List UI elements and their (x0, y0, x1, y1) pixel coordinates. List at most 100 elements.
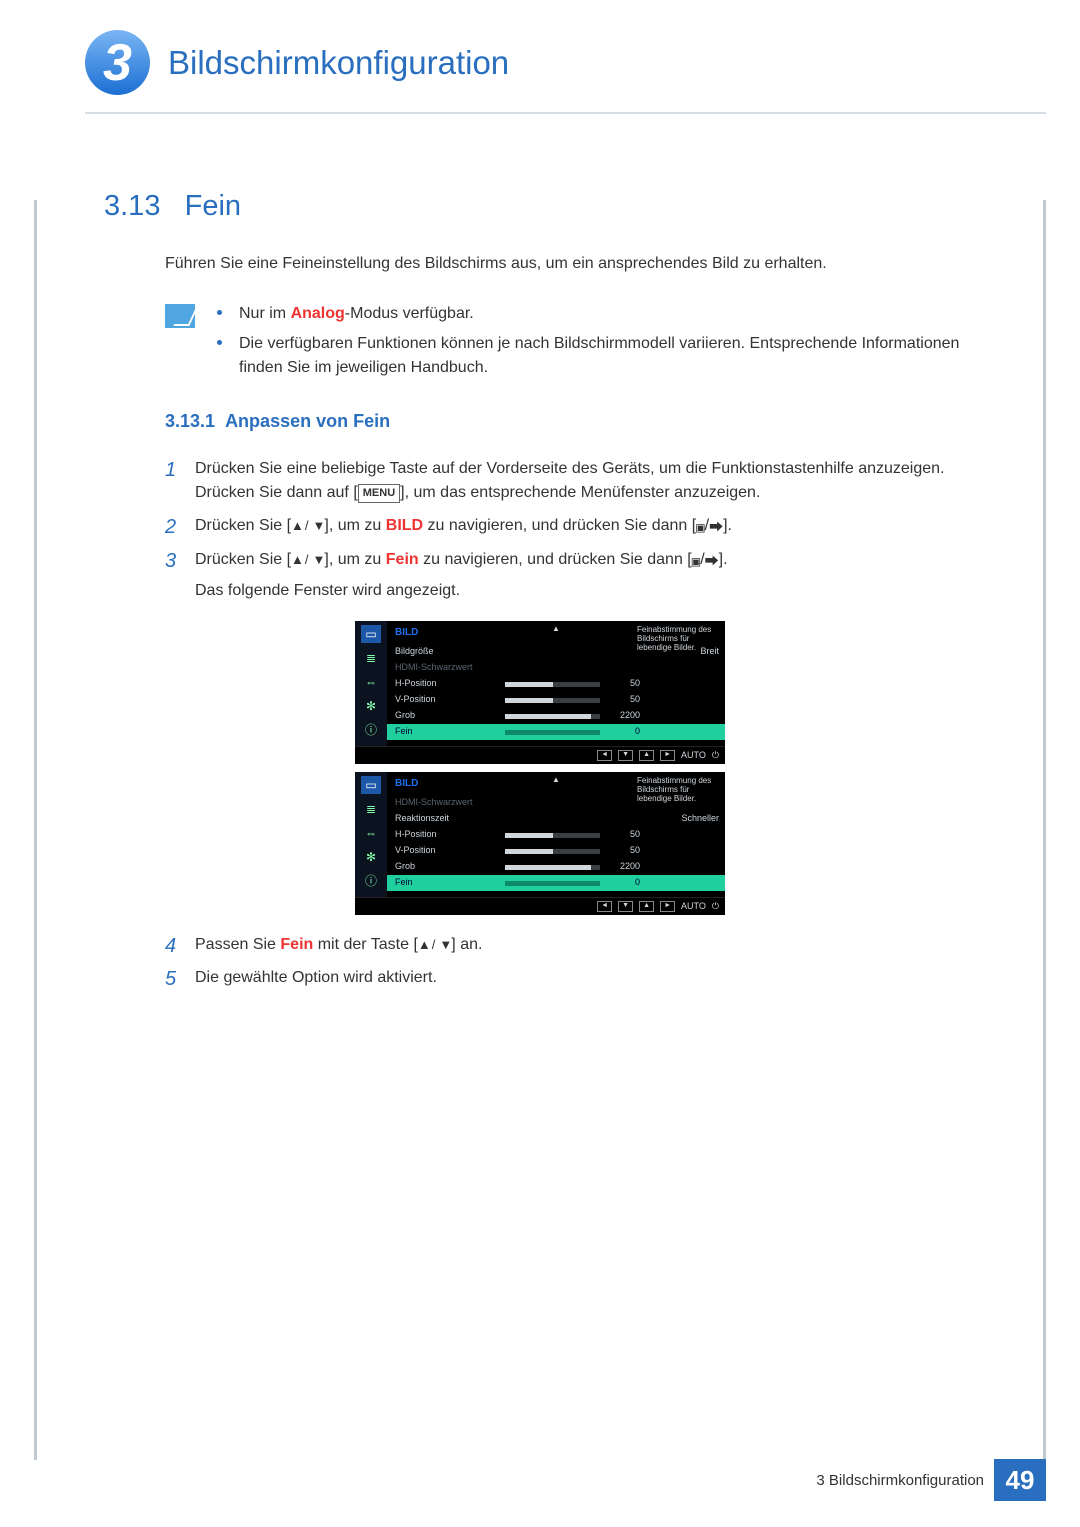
note-item: Die verfügbaren Funktionen können je nac… (217, 332, 990, 380)
scroll-up-icon: ▲ (552, 623, 560, 635)
osd-row-label: HDMI-Schwarzwert (395, 796, 505, 810)
enter-key-icon (709, 518, 723, 539)
chapter-header: 3 Bildschirmkonfiguration (85, 30, 509, 95)
osd-slider (505, 849, 600, 854)
step-text: ], um das entsprechende Menüfenster anzu… (400, 484, 760, 501)
osd-row-label: V-Position (395, 693, 505, 707)
step-text: ]. (719, 551, 728, 568)
step-text: zu navigieren, und drücken Sie dann [ (423, 517, 696, 534)
note-emphasis: Analog (291, 305, 345, 322)
osd-row-value: 0 (604, 876, 640, 890)
step-text: zu navigieren, und drücken Sie dann [ (419, 551, 692, 568)
osd-row-value: 50 (604, 693, 640, 707)
osd-slider (505, 682, 600, 687)
enter-key-icon (705, 552, 719, 573)
osd-tab-picture-icon: ▭ (361, 625, 381, 643)
power-icon: ⏻ (712, 900, 719, 914)
osd-row: H-Position 50 (395, 827, 719, 843)
osd-row: V-Position 50 (395, 692, 719, 708)
osd-row-value: 0 (604, 725, 640, 739)
osd-footer: ◄ ▼ ▲ ► AUTO ⏻ (355, 746, 725, 764)
page-footer: 3 Bildschirmkonfiguration 49 (816, 1459, 1046, 1501)
osd-tab-icon: ⓘ (361, 872, 381, 890)
footer-label: 3 Bildschirmkonfiguration (816, 1472, 984, 1489)
step-text: Drücken Sie [ (195, 551, 291, 568)
osd-row: V-Position50 (395, 843, 719, 859)
step-target: BILD (386, 517, 423, 534)
osd-auto-label: AUTO (681, 900, 706, 914)
osd-row: Fein 0 (387, 875, 725, 891)
osd-row-label: H-Position (395, 828, 505, 842)
osd-row-value: 50 (604, 677, 640, 691)
step-text: Die gewählte Option wird aktiviert. (195, 969, 437, 986)
note-icon (165, 304, 195, 328)
osd-slider (505, 865, 600, 870)
section-number: 3.13 (104, 190, 160, 222)
osd-row-label: Reaktionszeit (395, 812, 505, 826)
header-rule (85, 112, 1046, 114)
subsection-heading: 3.13.1 Anpassen von Fein (165, 408, 990, 435)
source-key-icon (692, 552, 700, 573)
up-down-arrows-icon: / (291, 516, 324, 536)
nav-up-icon: ▲ (639, 901, 654, 912)
osd-tab-icon: ⇔ (361, 673, 381, 691)
osd-slider (505, 730, 600, 735)
osd-row-label: Grob (395, 860, 505, 874)
subsection-number: 3.13.1 (165, 411, 215, 431)
osd-description: Feinabstimmung des Bildschirms für leben… (637, 776, 719, 804)
osd-row-value: 2200 (604, 709, 640, 723)
step-text: ], um zu (324, 551, 385, 568)
step-text: mit der Taste [ (313, 936, 418, 953)
power-icon: ⏻ (712, 749, 719, 763)
osd-row-label: Fein (395, 876, 505, 890)
osd-row-value: 50 (604, 828, 640, 842)
osd-row-value: Schneller (505, 812, 719, 826)
step-list: 1 Drücken Sie eine beliebige Taste auf d… (165, 457, 990, 990)
step-item: 5 Die gewählte Option wird aktiviert. (165, 966, 990, 990)
page-margin-right (1043, 200, 1046, 1460)
osd-sidebar: ▭ ≣ ⇔ ✻ ⓘ (355, 621, 387, 746)
osd-tab-icon: ≣ (361, 649, 381, 667)
osd-menu: ▭ ≣ ⇔ ✻ ⓘ ▲ BILD Feinabstimmung des Bild… (355, 621, 725, 764)
osd-slider (505, 881, 600, 886)
step-text: ], um zu (324, 517, 385, 534)
osd-row-label: HDMI-Schwarzwert (395, 661, 505, 675)
chapter-number-badge: 3 (85, 30, 150, 95)
nav-left-icon: ◄ (597, 750, 612, 761)
osd-row-label: Grob (395, 709, 505, 723)
page-margin-left (34, 200, 37, 1460)
osd-slider (505, 714, 600, 719)
chapter-title: Bildschirmkonfiguration (168, 44, 509, 82)
note-text: Nur im (239, 305, 291, 322)
source-key-icon (696, 518, 704, 539)
step-text: Passen Sie (195, 936, 280, 953)
note-block: Nur im Analog-Modus verfügbar. Die verfü… (165, 302, 990, 386)
osd-row-label: Fein (395, 725, 505, 739)
step-item: 2 Drücken Sie [/], um zu BILD zu navigie… (165, 514, 990, 539)
osd-row: HDMI-Schwarzwert (395, 660, 719, 676)
osd-tab-icon: ✻ (361, 697, 381, 715)
osd-slider (505, 833, 600, 838)
nav-up-icon: ▲ (639, 750, 654, 761)
section-heading: 3.13 Fein (104, 190, 241, 223)
note-text: -Modus verfügbar. (345, 305, 474, 322)
nav-right-icon: ► (660, 901, 675, 912)
section-title: Fein (185, 190, 241, 222)
step-number: 4 (165, 931, 176, 961)
nav-right-icon: ► (660, 750, 675, 761)
osd-tab-icon: ⇔ (361, 824, 381, 842)
step-target: Fein (386, 551, 419, 568)
step-item: 3 Drücken Sie [/], um zu Fein zu navigie… (165, 548, 990, 915)
step-text: ] an. (451, 936, 482, 953)
section-intro: Führen Sie eine Feineinstellung des Bild… (165, 252, 990, 276)
osd-row: Fein 0 (387, 724, 725, 740)
step-text: ]. (723, 517, 732, 534)
step-target: Fein (280, 936, 313, 953)
step-number: 5 (165, 964, 176, 994)
osd-sidebar: ▭ ≣ ⇔ ✻ ⓘ (355, 772, 387, 897)
osd-row: H-Position50 (395, 676, 719, 692)
osd-menu: ▭ ≣ ⇔ ✻ ⓘ ▲ BILD Feinabstimmung des Bild… (355, 772, 725, 915)
step-number: 1 (165, 455, 176, 485)
osd-slider (505, 698, 600, 703)
menu-key-icon: MENU (358, 484, 400, 503)
